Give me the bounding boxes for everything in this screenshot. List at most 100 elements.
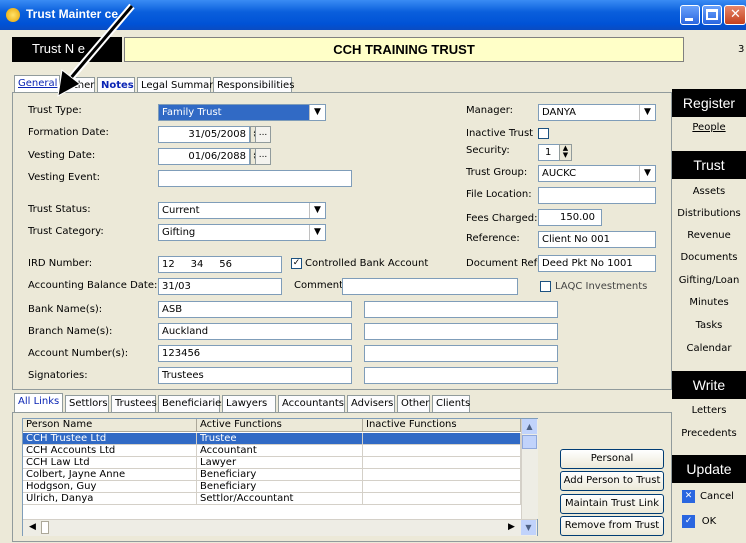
trust-name-field[interactable]: CCH TRAINING TRUST bbox=[124, 37, 684, 62]
sidebar-heading-write: Write bbox=[672, 371, 746, 399]
formation-date-label: Formation Date: bbox=[28, 127, 109, 138]
sidebar-item-revenue[interactable]: Revenue bbox=[672, 225, 746, 247]
vesting-date-field[interactable]: 01/06/2088 bbox=[158, 148, 250, 165]
chevron-down-icon: ▼ bbox=[639, 166, 655, 181]
ird-number-label: IRD Number: bbox=[28, 258, 93, 269]
table-row[interactable]: Colbert, Jayne Anne Beneficiary bbox=[23, 469, 521, 481]
person-name-cell: Colbert, Jayne Anne bbox=[23, 469, 197, 480]
ird-number-field[interactable]: 12 34 56 bbox=[158, 256, 282, 273]
controlled-bank-checkbox[interactable]: ✓ bbox=[291, 258, 302, 269]
reference-field[interactable]: Client No 001 bbox=[538, 231, 656, 248]
security-label: Security: bbox=[466, 145, 510, 156]
chevron-down-icon: ▼ bbox=[309, 203, 325, 218]
column-header-active-functions[interactable]: Active Functions bbox=[197, 419, 363, 432]
sidebar-item-documents[interactable]: Documents bbox=[672, 247, 746, 269]
security-field[interactable]: 1 bbox=[538, 144, 560, 161]
vesting-date-browse-button[interactable]: ... bbox=[255, 148, 271, 165]
scroll-thumb[interactable] bbox=[522, 435, 537, 449]
branch-name-field-1[interactable]: Auckland bbox=[158, 323, 352, 340]
sidebar-item-minutes[interactable]: Minutes bbox=[672, 292, 746, 314]
active-functions-cell: Trustee bbox=[197, 433, 363, 444]
signatories-field-2[interactable] bbox=[364, 367, 558, 384]
trust-group-select[interactable]: AUCKC ▼ bbox=[538, 165, 656, 182]
comment-field[interactable] bbox=[342, 278, 518, 295]
person-name-cell: Ulrich, Danya bbox=[23, 493, 197, 504]
tab-trustees[interactable]: Trustees bbox=[111, 395, 157, 412]
file-location-label: File Location: bbox=[466, 189, 532, 200]
tab-lawyers[interactable]: Lawyers bbox=[222, 395, 276, 412]
trust-type-select[interactable]: Family Trust ▼ bbox=[158, 104, 326, 121]
minimize-button[interactable] bbox=[680, 5, 700, 25]
sidebar-item-assets[interactable]: Assets bbox=[672, 181, 746, 203]
grid-vertical-scrollbar[interactable]: ▲ bbox=[521, 419, 538, 519]
tab-accountants[interactable]: Accountants bbox=[278, 395, 345, 412]
scroll-up-button[interactable]: ▲ bbox=[522, 419, 537, 434]
tab-advisers[interactable]: Advisers bbox=[347, 395, 395, 412]
column-header-inactive-functions[interactable]: Inactive Functions bbox=[363, 419, 521, 432]
scroll-thumb-horizontal[interactable] bbox=[41, 521, 49, 534]
vesting-event-field[interactable] bbox=[158, 170, 352, 187]
laqc-checkbox[interactable] bbox=[540, 281, 551, 292]
column-header-person-name[interactable]: Person Name bbox=[23, 419, 197, 432]
active-functions-cell: Settlor/Accountant bbox=[197, 493, 363, 504]
maximize-button[interactable] bbox=[702, 5, 722, 25]
ok-button[interactable]: ✓ OK bbox=[672, 511, 746, 533]
trust-status-select[interactable]: Current ▼ bbox=[158, 202, 326, 219]
scroll-left-button[interactable]: ◀ bbox=[25, 520, 40, 535]
bank-name-field-1[interactable]: ASB bbox=[158, 301, 352, 318]
signatories-field-1[interactable]: Trustees bbox=[158, 367, 352, 384]
tab-all-links[interactable]: All Links bbox=[14, 393, 63, 412]
inactive-trust-checkbox[interactable] bbox=[538, 128, 549, 139]
vesting-date-label: Vesting Date: bbox=[28, 150, 96, 161]
trust-category-select[interactable]: Gifting ▼ bbox=[158, 224, 326, 241]
tab-clients[interactable]: Clients bbox=[432, 395, 470, 412]
table-row[interactable]: CCH Law Ltd Lawyer bbox=[23, 457, 521, 469]
sidebar-item-calendar[interactable]: Calendar bbox=[672, 338, 746, 360]
cancel-icon: ✕ bbox=[682, 490, 695, 503]
scroll-right-button[interactable]: ▶ bbox=[504, 520, 519, 535]
tab-beneficiaries[interactable]: Beneficiaries bbox=[158, 395, 226, 412]
accounting-balance-date-field[interactable]: 31/03 bbox=[158, 278, 282, 295]
bank-name-field-2[interactable] bbox=[364, 301, 558, 318]
active-functions-cell: Lawyer bbox=[197, 457, 363, 468]
tab-settlors[interactable]: Settlors bbox=[65, 395, 109, 412]
sidebar-item-people[interactable]: People bbox=[672, 117, 746, 139]
cancel-button[interactable]: ✕ Cancel bbox=[672, 486, 746, 508]
security-spinner[interactable]: ▲ ▼ bbox=[559, 144, 572, 161]
table-row[interactable]: Hodgson, Guy Beneficiary bbox=[23, 481, 521, 493]
inactive-functions-cell bbox=[363, 469, 521, 480]
sidebar-heading-trust: Trust bbox=[672, 151, 746, 179]
bank-names-label: Bank Name(s): bbox=[28, 304, 103, 315]
account-number-field-2[interactable] bbox=[364, 345, 558, 362]
formation-date-browse-button[interactable]: ... bbox=[255, 126, 271, 143]
sidebar-item-tasks[interactable]: Tasks bbox=[672, 315, 746, 337]
tab-other-links[interactable]: Other bbox=[397, 395, 430, 412]
formation-date-field[interactable]: 31/05/2008 bbox=[158, 126, 250, 143]
comment-label: Comment: bbox=[294, 280, 347, 291]
remove-from-trust-button[interactable]: Remove from Trust bbox=[560, 516, 664, 536]
manager-select[interactable]: DANYA ▼ bbox=[538, 104, 656, 121]
table-row[interactable]: CCH Accounts Ltd Accountant bbox=[23, 445, 521, 457]
active-functions-cell: Accountant bbox=[197, 445, 363, 456]
close-button[interactable]: ✕ bbox=[724, 5, 746, 25]
laqc-label: LAQC Investments bbox=[555, 281, 648, 292]
add-person-to-trust-button[interactable]: Add Person to Trust bbox=[560, 471, 664, 491]
sidebar-item-letters[interactable]: Letters bbox=[672, 400, 746, 422]
branch-name-field-2[interactable] bbox=[364, 323, 558, 340]
controlled-bank-label: Controlled Bank Account bbox=[305, 258, 429, 269]
inactive-functions-cell bbox=[363, 481, 521, 492]
document-ref-field[interactable]: Deed Pkt No 1001 bbox=[538, 255, 656, 272]
sidebar-item-distributions[interactable]: Distributions bbox=[672, 203, 746, 225]
file-location-field[interactable] bbox=[538, 187, 656, 204]
personal-information-button[interactable]: Personal Information bbox=[560, 449, 664, 482]
scroll-down-button[interactable]: ▼ bbox=[521, 520, 536, 535]
active-functions-cell: Beneficiary bbox=[197, 469, 363, 480]
table-row[interactable]: CCH Trustee Ltd Trustee bbox=[23, 433, 521, 445]
maintain-trust-link-button[interactable]: Maintain Trust Link bbox=[560, 494, 664, 514]
fees-charged-field[interactable]: 150.00 bbox=[538, 209, 602, 226]
table-row[interactable]: Ulrich, Danya Settlor/Accountant bbox=[23, 493, 521, 505]
grid-horizontal-scrollbar[interactable]: ◀ ▶ ▼ bbox=[23, 519, 537, 536]
sidebar-item-precedents[interactable]: Precedents bbox=[672, 423, 746, 445]
sidebar-item-gifting-loan[interactable]: Gifting/Loan bbox=[672, 270, 746, 292]
account-number-field-1[interactable]: 123456 bbox=[158, 345, 352, 362]
